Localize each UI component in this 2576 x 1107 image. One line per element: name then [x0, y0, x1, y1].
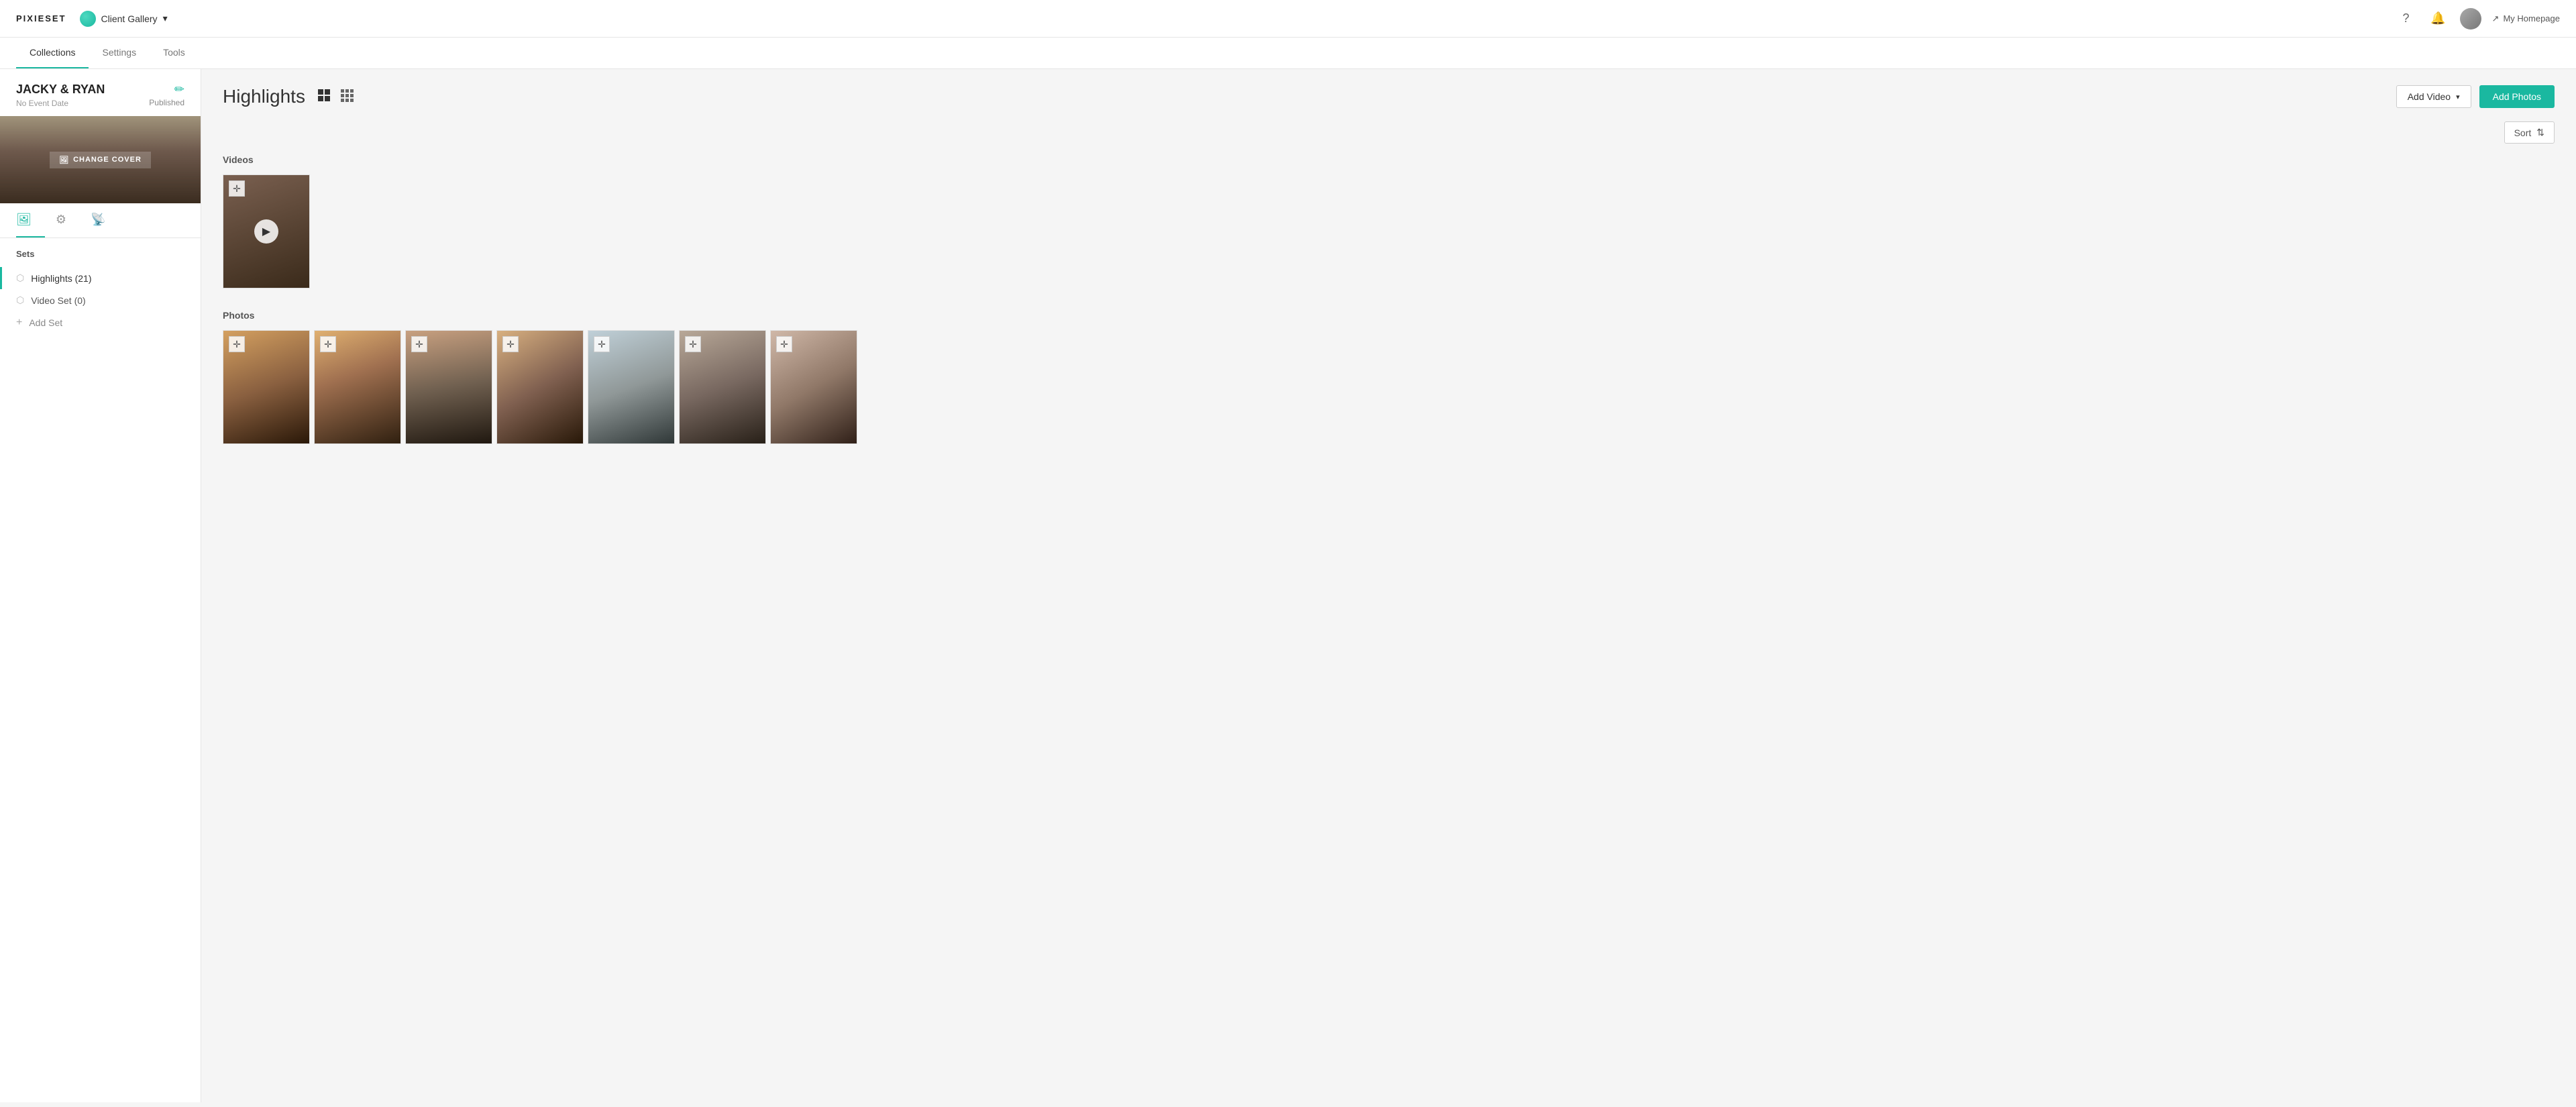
add-set-item[interactable]: + Add Set — [16, 311, 184, 334]
move-icon[interactable]: ✛ — [229, 180, 245, 197]
add-set-plus-icon: + — [16, 317, 22, 329]
sidebar-tabs: 🖼 ⚙ 📡 — [0, 203, 201, 238]
my-homepage-link[interactable]: ↗ My Homepage — [2492, 13, 2560, 24]
external-link-icon: ↗ — [2492, 13, 2500, 24]
top-nav: PIXIESET Client Gallery ▾ ? 🔔 ↗ My Homep… — [0, 0, 2576, 38]
sidebar: JACKY & RYAN No Event Date ✏ Published 🖼… — [0, 69, 201, 1102]
gallery-selector[interactable]: Client Gallery ▾ — [80, 11, 168, 27]
sidebar-header-row: JACKY & RYAN No Event Date ✏ Published — [0, 69, 201, 108]
move-icon[interactable]: ✛ — [594, 336, 610, 352]
grid-large-view-button[interactable] — [315, 86, 333, 108]
photo-item[interactable]: ✛ — [770, 330, 857, 444]
client-name: JACKY & RYAN — [16, 83, 105, 97]
set-item-videoset[interactable]: ⬡ Video Set (0) — [16, 289, 184, 311]
page-title: Highlights — [223, 86, 305, 107]
photos-section-label: Photos — [223, 310, 2555, 321]
videos-section: Videos ✛ ▶ — [223, 154, 2555, 288]
sidebar-right-block: ✏ Published — [149, 83, 184, 107]
sub-nav: Collections Settings Tools — [0, 38, 2576, 69]
photo-item[interactable]: ✛ — [679, 330, 766, 444]
sets-label: Sets — [16, 249, 184, 259]
chevron-down-icon: ▾ — [163, 13, 168, 24]
move-icon[interactable]: ✛ — [320, 336, 336, 352]
add-set-label: Add Set — [29, 317, 62, 328]
play-button[interactable]: ▶ — [254, 219, 278, 244]
sort-button[interactable]: Sort ⇅ — [2504, 121, 2555, 144]
image-icon: 🖼 — [59, 156, 69, 164]
sub-nav-tabs: Collections Settings Tools — [16, 38, 199, 68]
photos-grid: ✛ ✛ ✛ ✛ ✛ — [223, 330, 2555, 444]
gallery-name: Client Gallery — [101, 13, 158, 24]
change-cover-label: CHANGE COVER — [73, 156, 142, 164]
move-icon[interactable]: ✛ — [685, 336, 701, 352]
sort-arrows-icon: ⇅ — [2536, 127, 2544, 138]
notifications-button[interactable]: 🔔 — [2428, 8, 2449, 30]
photo-item[interactable]: ✛ — [496, 330, 584, 444]
set-item-highlights[interactable]: ⬡ Highlights (21) — [16, 267, 184, 289]
sets-section: Sets ⬡ Highlights (21) ⬡ Video Set (0) +… — [0, 238, 201, 345]
photo-item[interactable]: ✛ — [405, 330, 492, 444]
top-nav-right: ? 🔔 ↗ My Homepage — [2396, 8, 2560, 30]
photo-item[interactable]: ✛ — [588, 330, 675, 444]
edit-icon[interactable]: ✏ — [174, 83, 184, 97]
published-status: Published — [149, 98, 184, 107]
view-toggle — [315, 86, 356, 108]
move-icon[interactable]: ✛ — [502, 336, 519, 352]
add-video-button[interactable]: Add Video ▾ — [2396, 85, 2471, 108]
tab-tools[interactable]: Tools — [150, 38, 199, 68]
help-button[interactable]: ? — [2396, 8, 2417, 30]
drag-icon-2: ⬡ — [16, 295, 24, 306]
content-header: Highlights — [223, 85, 2555, 108]
videos-grid: ✛ ▶ — [223, 174, 2555, 288]
globe-icon — [80, 11, 96, 27]
add-video-label: Add Video — [2408, 91, 2451, 102]
set-videoset-label: Video Set (0) — [31, 295, 85, 306]
my-homepage-label: My Homepage — [2503, 13, 2560, 23]
logo: PIXIESET — [16, 13, 66, 23]
cover-image-overlay: 🖼 CHANGE COVER — [0, 116, 201, 203]
sidebar-tab-photos[interactable]: 🖼 — [16, 203, 45, 238]
event-date: No Event Date — [16, 99, 105, 108]
sidebar-tab-settings[interactable]: ⚙ — [56, 203, 80, 238]
sidebar-name-block: JACKY & RYAN No Event Date — [16, 83, 105, 108]
video-item[interactable]: ✛ ▶ — [223, 174, 310, 288]
drag-icon: ⬡ — [16, 272, 24, 284]
grid-small-icon — [340, 89, 354, 102]
main-content: Highlights — [201, 69, 2576, 1102]
tab-settings[interactable]: Settings — [89, 38, 150, 68]
move-icon[interactable]: ✛ — [411, 336, 427, 352]
change-cover-button[interactable]: 🖼 CHANGE COVER — [50, 152, 151, 168]
main-layout: JACKY & RYAN No Event Date ✏ Published 🖼… — [0, 69, 2576, 1102]
chevron-down-icon: ▾ — [2456, 93, 2460, 101]
move-icon[interactable]: ✛ — [776, 336, 792, 352]
grid-large-icon — [317, 89, 331, 102]
photo-item[interactable]: ✛ — [314, 330, 401, 444]
top-nav-left: PIXIESET Client Gallery ▾ — [16, 11, 168, 27]
photo-item[interactable]: ✛ — [223, 330, 310, 444]
sort-label: Sort — [2514, 127, 2532, 138]
sidebar-tab-rss[interactable]: 📡 — [91, 203, 119, 238]
tab-collections[interactable]: Collections — [16, 38, 89, 68]
content-actions: Add Video ▾ Add Photos — [2396, 85, 2555, 108]
grid-small-view-button[interactable] — [337, 86, 356, 108]
add-photos-button[interactable]: Add Photos — [2479, 85, 2555, 108]
move-icon[interactable]: ✛ — [229, 336, 245, 352]
avatar[interactable] — [2460, 8, 2481, 30]
set-highlights-label: Highlights (21) — [31, 273, 91, 284]
photos-section: Photos ✛ ✛ ✛ ✛ — [223, 310, 2555, 444]
cover-image[interactable]: 🖼 CHANGE COVER — [0, 116, 201, 203]
videos-section-label: Videos — [223, 154, 2555, 165]
content-title-row: Highlights — [223, 86, 356, 108]
sort-row: Sort ⇅ — [223, 121, 2555, 144]
